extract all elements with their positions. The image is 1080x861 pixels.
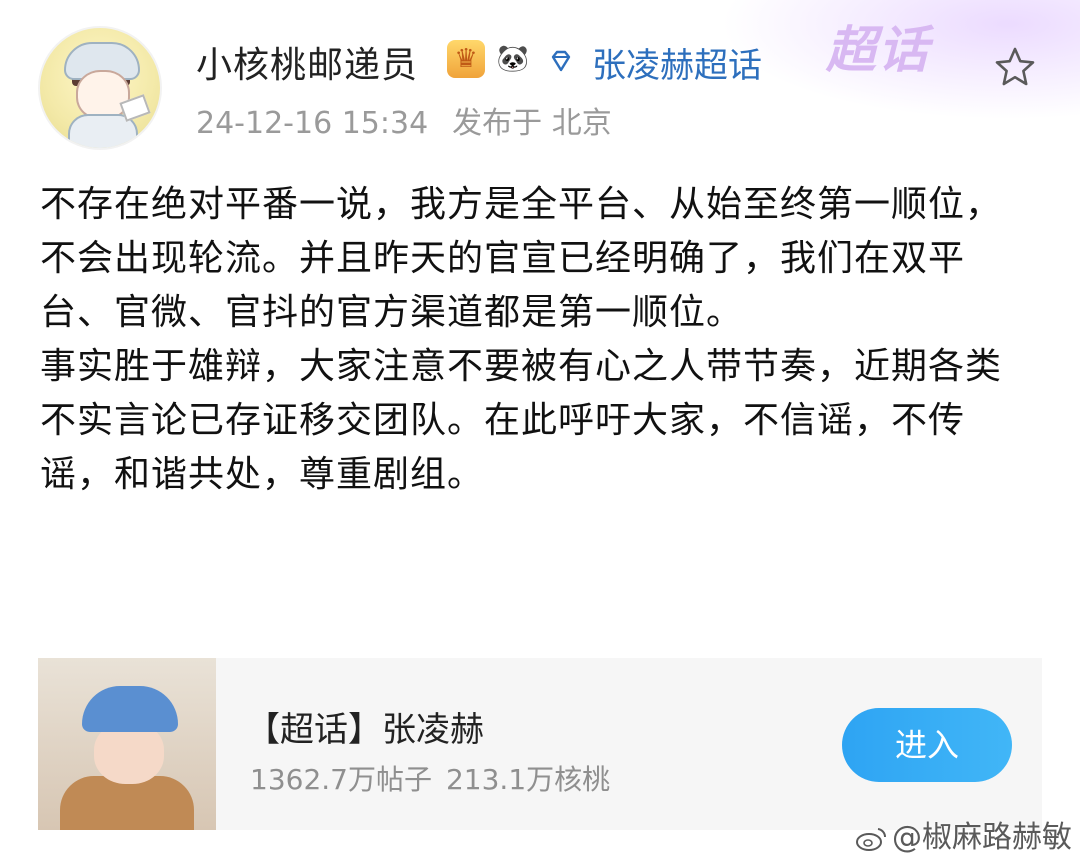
supertopic-stats: 1362.7万帖子 213.1万核桃 [250,758,610,798]
post-paragraph: 不存在绝对平番一说，我方是全平台、从始至终第一顺位，不会出现轮流。并且昨天的官宣… [40,184,1003,333]
weibo-post-screen: 小核桃邮递员 ♛ 🐼 张凌赫超话 超话 24-12-16 15:34 发布于 北京… [0,0,1080,861]
panda-icon[interactable]: 🐼 [494,40,532,78]
watermark: @椒麻路赫敏 [854,812,1072,856]
post-paragraph: 事实胜于雄辩，大家注意不要被有心之人带节奏，近期各类不实言论已存证移交团队。在此… [40,346,1003,495]
enter-button[interactable]: 进入 [842,708,1012,782]
supertopic-thumbnail [38,658,216,830]
thumbnail-cap [82,686,178,732]
star-outline-icon[interactable] [992,44,1038,90]
weibo-icon [856,827,887,851]
chaohua-logo: 超话 [826,21,930,79]
supertopic-card[interactable]: 【超话】张凌赫 1362.7万帖子 213.1万核桃 进入 [38,658,1042,830]
post-timestamp: 24-12-16 15:34 [196,106,429,141]
post-meta: 24-12-16 15:34 发布于 北京 [196,98,612,142]
thumbnail-coat [60,776,194,830]
supertopic-link[interactable]: 张凌赫超话 [592,38,762,87]
walnuts-count: 213.1万核桃 [445,763,611,796]
supertopic-title: 【超话】张凌赫 [246,710,484,750]
post-body: 不存在绝对平番一说，我方是全平台、从始至终第一顺位，不会出现轮流。并且昨天的官宣… [40,178,1030,502]
posts-count: 1362.7万帖子 [250,763,432,796]
avatar[interactable] [38,26,162,150]
username[interactable]: 小核桃邮递员 [196,36,418,88]
post-location: 发布于 北京 [452,106,612,141]
crown-icon[interactable]: ♛ [447,40,485,78]
diamond-icon [551,50,571,72]
watermark-text: @椒麻路赫敏 [892,820,1072,855]
